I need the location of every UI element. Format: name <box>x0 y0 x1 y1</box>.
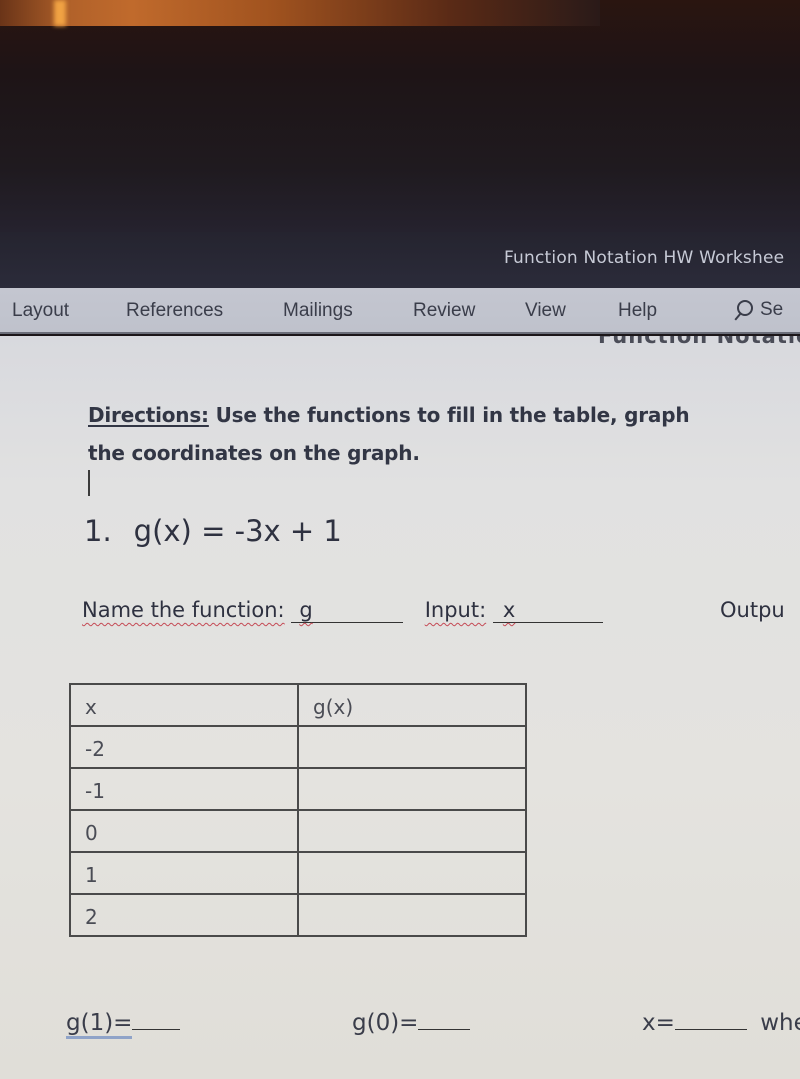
cell-x[interactable]: 2 <box>69 893 299 937</box>
input-value: x <box>502 598 516 622</box>
title-bar: Function Notation HW Workshee <box>0 232 800 288</box>
ambient-light <box>0 0 600 26</box>
cell-x[interactable]: 1 <box>69 851 299 895</box>
input-field[interactable]: x <box>492 598 603 623</box>
text-cursor <box>88 470 90 496</box>
cell-x[interactable]: -1 <box>69 767 299 811</box>
problem-equation: g(x) = -3x + 1 <box>133 514 342 548</box>
g1-blank[interactable] <box>132 1008 181 1030</box>
table-header-row: x g(x) <box>69 683 527 727</box>
tab-view[interactable]: View <box>525 300 566 322</box>
tab-review[interactable]: Review <box>413 300 475 322</box>
name-value: g <box>299 598 313 622</box>
document-header: Function Notatio <box>598 336 800 348</box>
header-gx: g(x) <box>297 683 527 727</box>
tab-mailings[interactable]: Mailings <box>283 300 353 322</box>
cell-gx[interactable] <box>297 809 527 853</box>
cell-gx[interactable] <box>297 851 527 895</box>
table-row: -1 <box>69 767 527 811</box>
cell-gx[interactable] <box>297 893 527 937</box>
trailing-text: whe <box>760 1010 800 1036</box>
input-label: Input: <box>424 598 487 622</box>
header-x: x <box>69 683 299 727</box>
search-label: Se <box>760 299 784 320</box>
cell-x[interactable]: 0 <box>69 809 299 853</box>
name-label: Name the function: <box>82 598 285 622</box>
document-page[interactable]: Function Notatio Directions: Use the fun… <box>0 336 800 1079</box>
x-question: x= whe <box>642 1008 800 1036</box>
cell-x[interactable]: -2 <box>69 725 299 769</box>
directions-paragraph: Directions: Use the functions to fill in… <box>88 396 800 472</box>
g1-label: g(1)= <box>66 1010 133 1039</box>
function-info-line: Name the function: g Input: x Outpu <box>82 598 785 623</box>
document-title: Function Notation HW Workshee <box>504 248 785 268</box>
ribbon-tabs: Layout References Mailings Review View H… <box>0 288 800 334</box>
light-spot <box>54 0 66 26</box>
output-label: Outpu <box>720 598 785 622</box>
g1-question: g(1)= <box>66 1008 181 1039</box>
tab-references[interactable]: References <box>126 300 223 322</box>
cell-gx[interactable] <box>297 725 527 769</box>
x-blank[interactable] <box>674 1008 747 1030</box>
function-table: x g(x) -2 -1 0 1 2 <box>69 683 527 937</box>
table-row: 2 <box>69 893 527 937</box>
x-label: x= <box>642 1010 675 1036</box>
table-row: 1 <box>69 851 527 895</box>
g0-label: g(0)= <box>352 1010 419 1036</box>
directions-label: Directions: <box>88 403 209 427</box>
cell-gx[interactable] <box>297 767 527 811</box>
g0-question: g(0)= <box>352 1008 471 1036</box>
g0-blank[interactable] <box>418 1008 471 1030</box>
search-icon <box>730 298 753 322</box>
directions-text-line1: Use the functions to fill in the table, … <box>208 403 690 427</box>
table-row: -2 <box>69 725 527 769</box>
table-row: 0 <box>69 809 527 853</box>
problem-number: 1. <box>84 514 112 548</box>
search-box[interactable]: Se <box>730 298 783 322</box>
tab-layout[interactable]: Layout <box>12 300 69 322</box>
tab-help[interactable]: Help <box>618 300 657 322</box>
directions-text-line2: the coordinates on the graph. <box>88 441 420 465</box>
background-bezel <box>0 0 800 240</box>
problem-1: 1. g(x) = -3x + 1 <box>84 514 342 548</box>
name-field[interactable]: g <box>291 598 404 623</box>
